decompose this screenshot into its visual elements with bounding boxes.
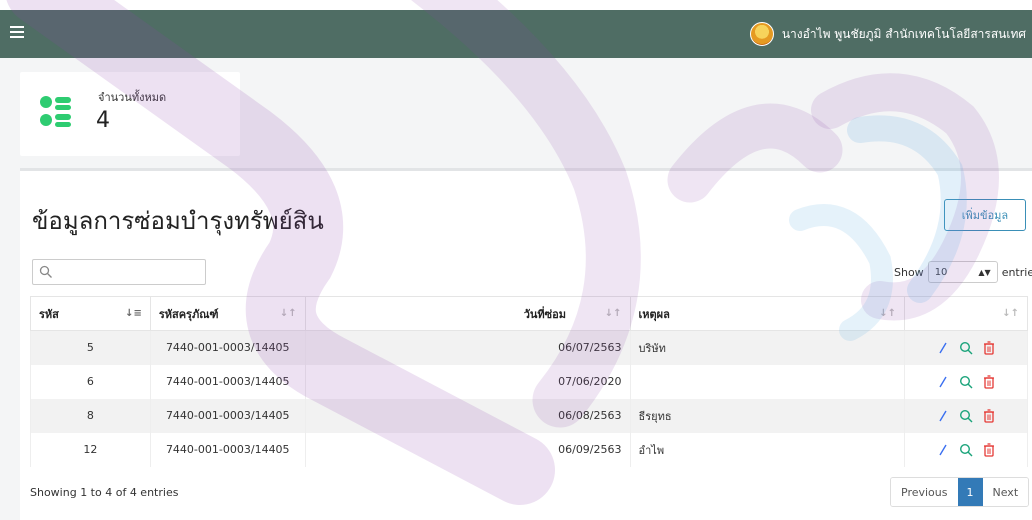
- trash-icon[interactable]: [983, 341, 995, 355]
- cell-id: 12: [30, 432, 151, 467]
- page-length-select[interactable]: 10 ▲▼: [927, 261, 998, 283]
- add-data-button[interactable]: เพิ่มข้อมูล: [944, 199, 1026, 231]
- cell-reason: อำไพ: [629, 432, 906, 467]
- sort-asc-icon: ↓≡: [125, 308, 142, 319]
- column-header-asset-code[interactable]: รหัสครุภัณฑ์ ↓↑: [149, 296, 306, 331]
- cell-asset-code: 7440-001-0003/14405: [149, 330, 306, 365]
- total-count-card: จำนวนทั้งหมด 4: [20, 72, 240, 156]
- cell-repair-date: 06/09/2563: [304, 432, 631, 467]
- cell-actions: [904, 364, 1028, 399]
- sort-icon: ↓↑: [604, 308, 622, 319]
- cell-reason: ธีรยุทธ: [629, 398, 906, 433]
- show-label: Show: [894, 265, 924, 279]
- page-length-value: 10: [934, 266, 948, 278]
- table-row: 5 7440-001-0003/14405 06/07/2563 บริษัท: [30, 330, 1028, 365]
- avatar: [749, 22, 774, 46]
- trash-icon[interactable]: [983, 442, 995, 457]
- user-name: นางอำไพ พูนชัยภูมิ สำนักเทคโนโลยีสารสนเท…: [781, 26, 1026, 41]
- column-header-id[interactable]: รหัส ↓≡: [30, 296, 151, 331]
- maintenance-table: รหัส ↓≡ รหัสครุภัณฑ์ ↓↑ วันที่ซ่อม ↓↑ เหตุผ…: [30, 296, 1028, 467]
- entries-label: entries: [1001, 265, 1032, 279]
- cell-asset-code: 7440-001-0003/14405: [149, 364, 306, 399]
- cell-asset-code: 7440-001-0003/14405: [149, 398, 306, 433]
- column-header-reason[interactable]: เหตุผล ↓↑: [629, 296, 906, 331]
- pagination: Previous 1 Next: [890, 477, 1030, 507]
- cell-repair-date: 06/08/2563: [304, 398, 631, 433]
- page-title: ข้อมูลการซ่อมบำรุงทรัพย์สิน: [32, 207, 324, 235]
- sort-icon: ↓↑: [879, 308, 897, 319]
- cell-id: 6: [30, 364, 151, 399]
- search-icon: [39, 265, 52, 278]
- magnifier-icon[interactable]: [959, 375, 973, 389]
- top-navbar: นางอำไพ พูนชัยภูมิ สำนักเทคโนโลยีสารสนเท…: [0, 10, 1032, 58]
- stat-label: จำนวนทั้งหมด: [98, 91, 167, 104]
- page-length-control: Show 10 ▲▼ entries: [894, 261, 1032, 283]
- table-row: 12 7440-001-0003/14405 06/09/2563 อำไพ: [30, 432, 1028, 467]
- magnifier-icon[interactable]: [959, 443, 973, 457]
- pencil-icon[interactable]: [937, 409, 949, 423]
- cell-id: 5: [30, 330, 151, 365]
- cell-id: 8: [30, 398, 151, 433]
- pencil-icon[interactable]: [937, 443, 949, 457]
- list-icon: [40, 96, 71, 127]
- select-arrow-icon: ▲▼: [978, 267, 991, 277]
- cell-reason: บริษัท: [629, 330, 906, 365]
- table-header-row: รหัส ↓≡ รหัสครุภัณฑ์ ↓↑ วันที่ซ่อม ↓↑ เหตุผ…: [30, 296, 1028, 331]
- main-panel: ข้อมูลการซ่อมบำรุงทรัพย์สิน เพิ่มข้อมูล …: [20, 171, 1032, 520]
- stat-value: 4: [96, 108, 110, 133]
- magnifier-icon[interactable]: [959, 409, 973, 423]
- sort-icon: ↓↑: [279, 308, 297, 319]
- cell-repair-date: 06/07/2563: [304, 330, 631, 365]
- user-menu[interactable]: นางอำไพ พูนชัยภูมิ สำนักเทคโนโลยีสารสนเท…: [749, 22, 1026, 46]
- column-header-repair-date[interactable]: วันที่ซ่อม ↓↑: [304, 296, 631, 331]
- pencil-icon[interactable]: [937, 375, 949, 389]
- column-header-actions: ↓↑: [904, 296, 1028, 331]
- cell-asset-code: 7440-001-0003/14405: [149, 432, 306, 467]
- cell-reason: [629, 364, 906, 399]
- next-button[interactable]: Next: [982, 478, 1029, 506]
- table-info: Showing 1 to 4 of 4 entries: [30, 486, 179, 499]
- cell-actions: [904, 330, 1028, 365]
- page-1-button[interactable]: 1: [957, 478, 983, 506]
- hamburger-icon[interactable]: [10, 26, 24, 39]
- trash-icon[interactable]: [983, 374, 995, 389]
- table-row: 6 7440-001-0003/14405 07/06/2020: [30, 364, 1028, 399]
- pencil-icon[interactable]: [937, 341, 949, 355]
- sort-icon: ↓↑: [1002, 308, 1019, 319]
- table-row: 8 7440-001-0003/14405 06/08/2563 ธีรยุทธ: [30, 398, 1028, 433]
- previous-button[interactable]: Previous: [891, 478, 958, 506]
- trash-icon[interactable]: [983, 408, 995, 423]
- magnifier-icon[interactable]: [959, 341, 973, 355]
- cell-repair-date: 07/06/2020: [304, 364, 631, 399]
- cell-actions: [904, 432, 1028, 467]
- cell-actions: [904, 398, 1028, 433]
- search-input[interactable]: [32, 259, 206, 285]
